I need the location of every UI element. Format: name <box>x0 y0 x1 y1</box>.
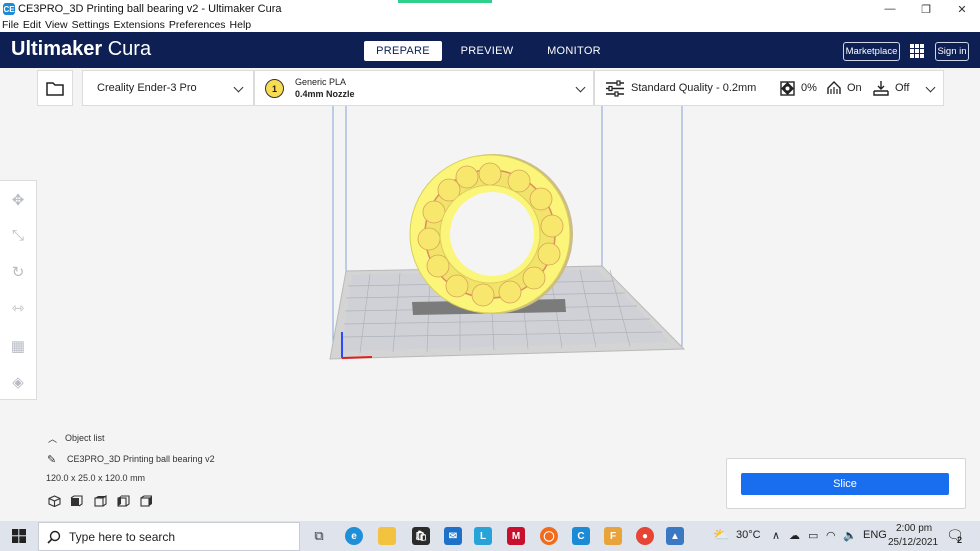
mirror-tool-icon[interactable]: ⇿ <box>9 299 27 317</box>
left-toolbar: ✥ ⤡ ↻ ⇿ ▦ ◈ <box>0 180 37 400</box>
chrome-icon[interactable]: ● <box>636 527 654 545</box>
object-list-header[interactable]: Object list <box>65 433 105 443</box>
weather-temp[interactable]: 30°C <box>736 529 761 541</box>
chevron-up-icon[interactable]: ∧ <box>772 529 780 542</box>
left-view-icon[interactable] <box>117 495 130 507</box>
windows-start-icon[interactable] <box>12 529 26 543</box>
material-name: Generic PLA <box>295 77 347 87</box>
brand-light: Cura <box>107 38 152 60</box>
photos-icon[interactable]: ▲ <box>666 527 684 545</box>
windows-taskbar: Type here to search ⧉ e 🛍 ✉ L M ◯ C F ● … <box>0 521 980 551</box>
apps-grid-icon[interactable] <box>910 44 924 58</box>
top-view-icon[interactable] <box>94 495 107 507</box>
weather-icon: ⛅ <box>713 527 730 542</box>
mcafee-icon[interactable]: M <box>507 527 525 545</box>
menu-help[interactable]: Help <box>230 19 252 31</box>
task-view-icon[interactable]: ⧉ <box>310 527 328 545</box>
menu-bar: File Edit View Settings Extensions Prefe… <box>0 18 980 32</box>
clock-date[interactable]: 25/12/2021 <box>888 537 938 548</box>
infill-icon <box>780 81 795 96</box>
volume-icon[interactable]: 🔈 <box>843 529 857 542</box>
extruder-badge: 1 <box>265 79 284 98</box>
object-name[interactable]: CE3PRO_3D Printing ball bearing v2 <box>67 454 215 464</box>
mail-icon[interactable]: ✉ <box>444 527 462 545</box>
tab-preview[interactable]: PREVIEW <box>455 41 519 61</box>
cura-header: Ultimaker Cura PREPARE PREVIEW MONITOR M… <box>0 32 980 68</box>
orange-app-icon[interactable]: ◯ <box>540 527 558 545</box>
nozzle-size: 0.4mm Nozzle <box>295 89 355 99</box>
brand-logo: Ultimaker Cura <box>11 38 151 61</box>
minimize-button[interactable]: — <box>872 0 908 18</box>
marketplace-button[interactable]: Marketplace <box>843 42 900 61</box>
open-file-button[interactable] <box>37 70 73 106</box>
cura-app-icon: CE <box>3 3 15 15</box>
store-icon[interactable]: 🛍 <box>412 527 430 545</box>
per-model-settings-icon[interactable]: ▦ <box>9 337 27 355</box>
printer-name: Creality Ender-3 Pro <box>97 82 197 94</box>
adhesion-value: Off <box>895 82 910 94</box>
brand-bold: Ultimaker <box>11 38 103 60</box>
sliders-icon <box>606 80 624 97</box>
front-view-icon[interactable] <box>70 495 83 507</box>
rotate-tool-icon[interactable]: ↻ <box>9 263 27 281</box>
close-button[interactable]: ✕ <box>944 0 980 18</box>
taskbar-search[interactable]: Type here to search <box>38 522 300 551</box>
quality-profile: Standard Quality - 0.2mm <box>631 82 757 94</box>
file-explorer-icon[interactable] <box>378 527 396 545</box>
l-app-icon[interactable]: L <box>474 527 492 545</box>
printer-selector[interactable]: Creality Ender-3 Pro <box>82 70 254 106</box>
chevron-down-icon <box>925 82 936 93</box>
display-icon[interactable]: ▭ <box>808 529 818 542</box>
slice-button[interactable]: Slice <box>741 473 949 495</box>
f-app-icon[interactable]: F <box>604 527 622 545</box>
notification-count: 2 <box>957 535 963 545</box>
folder-icon <box>46 81 64 96</box>
menu-settings[interactable]: Settings <box>72 19 110 31</box>
cura-taskbar-icon[interactable]: C <box>572 527 590 545</box>
tab-monitor[interactable]: MONITOR <box>540 41 608 61</box>
search-icon <box>47 530 61 544</box>
menu-view[interactable]: View <box>45 19 68 31</box>
print-settings-selector[interactable]: Standard Quality - 0.2mm 0% On Off <box>594 70 944 106</box>
object-dimensions: 120.0 x 25.0 x 120.0 mm <box>46 473 146 483</box>
pencil-icon[interactable]: ✎ <box>47 453 56 466</box>
slice-panel: Slice <box>726 458 966 509</box>
move-tool-icon[interactable]: ✥ <box>9 191 27 209</box>
chevron-down-icon <box>575 82 586 93</box>
scale-tool-icon[interactable]: ⤡ <box>9 226 27 244</box>
right-view-icon[interactable] <box>140 495 153 507</box>
menu-extensions[interactable]: Extensions <box>114 19 165 31</box>
maximize-button[interactable]: ❐ <box>908 0 944 18</box>
support-value: On <box>847 82 862 94</box>
support-icon <box>827 81 841 94</box>
menu-file[interactable]: File <box>2 19 19 31</box>
support-blocker-icon[interactable]: ◈ <box>9 373 27 391</box>
clock-time[interactable]: 2:00 pm <box>896 523 932 534</box>
x-axis <box>341 356 373 359</box>
material-selector[interactable]: 1 Generic PLA 0.4mm Nozzle <box>254 70 594 106</box>
wifi-icon[interactable]: ◠ <box>826 529 836 542</box>
language-indicator[interactable]: ENG <box>863 529 887 541</box>
ball-bearing-model[interactable] <box>409 154 573 314</box>
chevron-up-icon[interactable]: ︿ <box>48 432 57 445</box>
search-placeholder: Type here to search <box>69 529 176 544</box>
bearing-bore <box>450 192 534 276</box>
extruder-number: 1 <box>271 83 277 94</box>
chevron-down-icon <box>233 82 244 93</box>
sign-in-button[interactable]: Sign in <box>935 42 969 61</box>
window-title: CE3PRO_3D Printing ball bearing v2 - Ult… <box>18 3 282 15</box>
edge-browser-icon[interactable]: e <box>345 527 363 545</box>
3d-view-icon[interactable] <box>48 495 61 507</box>
infill-value: 0% <box>801 82 817 94</box>
onedrive-icon[interactable]: ☁ <box>789 529 800 542</box>
adhesion-icon <box>873 81 889 96</box>
menu-edit[interactable]: Edit <box>23 19 41 31</box>
tab-prepare[interactable]: PREPARE <box>364 41 442 61</box>
titlebar-accent <box>398 0 492 3</box>
window-titlebar: CE CE3PRO_3D Printing ball bearing v2 - … <box>0 0 980 18</box>
menu-preferences[interactable]: Preferences <box>169 19 226 31</box>
